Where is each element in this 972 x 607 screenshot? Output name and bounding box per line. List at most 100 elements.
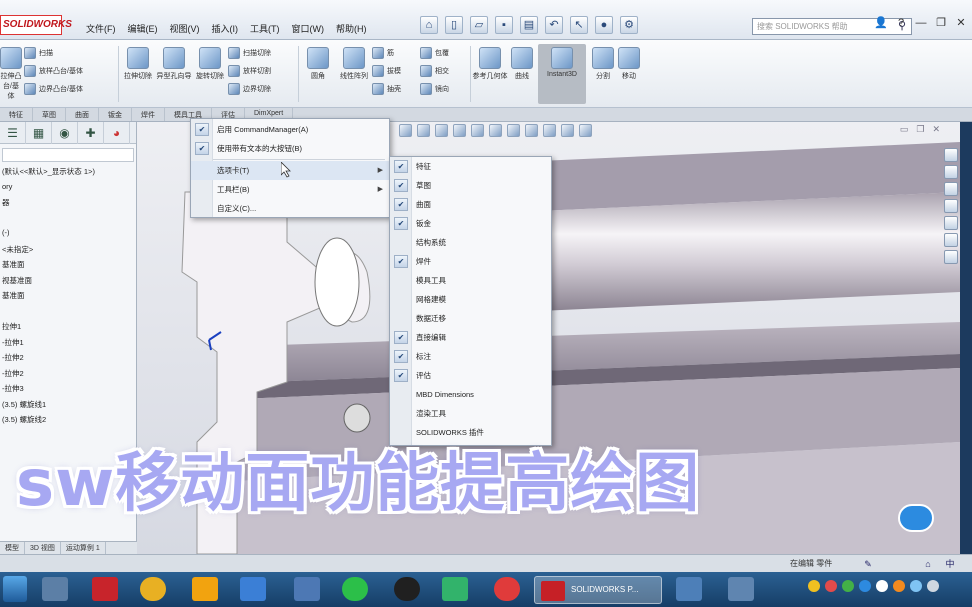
tree-item[interactable]: 基准面 <box>0 290 136 306</box>
dynamic-annotation-icon[interactable] <box>471 123 484 137</box>
viewport-close-icon[interactable]: ✕ <box>932 124 940 135</box>
design-library-icon[interactable] <box>944 165 958 179</box>
submenu-item-features[interactable]: ✔ 特征 <box>390 157 551 176</box>
submenu-item-evaluate[interactable]: ✔ 评估 <box>390 366 551 385</box>
taskbar-app-icon[interactable] <box>192 577 218 601</box>
units-icon[interactable]: ⌂ <box>922 558 934 570</box>
taskbar-solidworks-active[interactable]: SOLIDWORKS P... <box>534 576 662 604</box>
taskbar-app-icon[interactable] <box>676 577 702 601</box>
menu-item-toolbars[interactable]: 工具栏(B) ▶ <box>191 180 389 199</box>
reference-geometry-button[interactable]: 参考几何体 <box>472 44 508 102</box>
feature-tree-icon[interactable]: ☰ <box>0 122 26 144</box>
view-palette-icon[interactable] <box>944 199 958 213</box>
save-icon[interactable]: ▪ <box>495 16 513 34</box>
tree-item[interactable]: (-) <box>0 228 136 244</box>
submenu-item-markup[interactable]: ✔ 标注 <box>390 347 551 366</box>
mirror-button[interactable]: 镜向 <box>420 80 470 98</box>
hole-wizard-button[interactable]: 异型孔向导 <box>156 44 192 102</box>
volume-icon[interactable] <box>927 580 939 592</box>
tray-icon[interactable] <box>825 580 837 592</box>
taskbar-wechat-icon[interactable] <box>342 577 368 601</box>
lofted-cut-button[interactable]: 放样切割 <box>228 62 292 80</box>
shell-button[interactable]: 抽壳 <box>372 80 420 98</box>
network-icon[interactable] <box>910 580 922 592</box>
taskbar-netease-icon[interactable] <box>494 577 520 601</box>
taskbar-chrome-icon[interactable] <box>140 577 166 601</box>
floating-ball-icon[interactable] <box>898 504 934 532</box>
submenu-item-sketch[interactable]: ✔ 草图 <box>390 176 551 195</box>
options-gear-icon[interactable]: ⚙ <box>620 16 638 34</box>
menu-tools[interactable]: 工具(T) <box>248 21 282 36</box>
menu-edit[interactable]: 编辑(E) <box>126 21 160 36</box>
boundary-cut-button[interactable]: 边界切除 <box>228 80 292 98</box>
config-manager-icon[interactable]: ◉ <box>52 122 78 144</box>
menu-item-enable-commandmanager[interactable]: ✔ 启用 CommandManager(A) <box>191 120 389 139</box>
move-face-button[interactable]: 移动 <box>616 44 642 102</box>
draft-button[interactable]: 拔模 <box>372 62 420 80</box>
linear-pattern-button[interactable]: 线性阵列 <box>336 44 372 102</box>
restore-icon[interactable]: ❐ <box>934 16 948 30</box>
menu-item-large-buttons[interactable]: ✔ 使用带有文本的大按钮(B) <box>191 139 389 158</box>
tree-item[interactable]: <未指定> <box>0 244 136 260</box>
print-icon[interactable]: ▤ <box>520 16 538 34</box>
rib-button[interactable]: 筋 <box>372 44 420 62</box>
tree-item[interactable] <box>0 213 136 229</box>
forum-icon[interactable] <box>944 250 958 264</box>
tab-features[interactable]: 特征 <box>0 108 33 121</box>
view-orientation-icon[interactable] <box>489 123 502 137</box>
viewport-minimize-icon[interactable]: ▭ <box>900 124 909 135</box>
curves-button[interactable]: 曲线 <box>508 44 536 102</box>
user-icon[interactable]: 👤 <box>874 16 888 30</box>
submenu-item-mbd-dimensions[interactable]: MBD Dimensions <box>390 385 551 404</box>
tab-3d-views[interactable]: 3D 视图 <box>25 542 61 554</box>
open-folder-icon[interactable]: ▱ <box>470 16 488 34</box>
submenu-item-mold-tools[interactable]: 模具工具 <box>390 271 551 290</box>
submenu-item-weldments[interactable]: ✔ 焊件 <box>390 252 551 271</box>
taskbar-file-explorer-icon[interactable] <box>42 577 68 601</box>
intersect-button[interactable]: 相交 <box>420 62 470 80</box>
instant3d-button[interactable]: Instant3D <box>540 44 584 102</box>
tree-item[interactable]: (默认<<默认>_显示状态 1>) <box>0 166 136 182</box>
apply-scene-icon[interactable] <box>561 123 574 137</box>
submenu-item-data-migration[interactable]: 数据迁移 <box>390 309 551 328</box>
split-button[interactable]: 分割 <box>590 44 616 102</box>
tree-item[interactable] <box>0 306 136 322</box>
menu-view[interactable]: 视图(V) <box>168 21 202 36</box>
tree-item[interactable]: 基准面 <box>0 259 136 275</box>
taskbar-qq-icon[interactable] <box>394 577 420 601</box>
tab-surfaces[interactable]: 曲面 <box>66 108 99 121</box>
menu-insert[interactable]: 插入(I) <box>210 21 241 36</box>
tray-icon[interactable] <box>859 580 871 592</box>
revolve-cut-button[interactable]: 旋转切除 <box>192 44 228 102</box>
custom-properties-icon[interactable] <box>944 233 958 247</box>
select-cursor-icon[interactable]: ↖ <box>570 16 588 34</box>
submenu-item-surfaces[interactable]: ✔ 曲面 <box>390 195 551 214</box>
start-button[interactable] <box>3 576 27 602</box>
tree-item[interactable]: 器 <box>0 197 136 213</box>
tray-icon[interactable] <box>893 580 905 592</box>
tree-item[interactable]: -拉伸1 <box>0 337 136 353</box>
zoom-fit-icon[interactable] <box>399 123 412 137</box>
minimize-icon[interactable]: — <box>914 16 928 30</box>
close-icon[interactable]: ✕ <box>954 16 968 30</box>
tree-item[interactable]: -拉伸3 <box>0 383 136 399</box>
taskbar-app-icon[interactable] <box>240 577 266 601</box>
tray-icon[interactable] <box>876 580 888 592</box>
wrap-button[interactable]: 包覆 <box>420 44 470 62</box>
menu-window[interactable]: 窗口(W) <box>290 21 327 36</box>
submenu-item-structure-system[interactable]: 结构系统 <box>390 233 551 252</box>
tray-icon[interactable] <box>842 580 854 592</box>
taskbar-app-icon[interactable] <box>294 577 320 601</box>
fillet-button[interactable]: 圆角 <box>300 44 336 102</box>
property-manager-icon[interactable]: ▦ <box>26 122 52 144</box>
tree-item[interactable]: (3.5) 螺旋线2 <box>0 414 136 430</box>
sweep-button[interactable]: 扫描 <box>24 44 110 62</box>
rebuild-status-icon[interactable]: ✎ <box>862 558 874 570</box>
file-explorer-icon[interactable] <box>944 182 958 196</box>
tree-item[interactable]: -拉伸2 <box>0 352 136 368</box>
view-settings-icon[interactable] <box>579 123 592 137</box>
menu-file[interactable]: 文件(F) <box>84 21 118 36</box>
undo-icon[interactable]: ↶ <box>545 16 563 34</box>
previous-view-icon[interactable] <box>435 123 448 137</box>
tab-sheet-metal[interactable]: 钣金 <box>99 108 132 121</box>
